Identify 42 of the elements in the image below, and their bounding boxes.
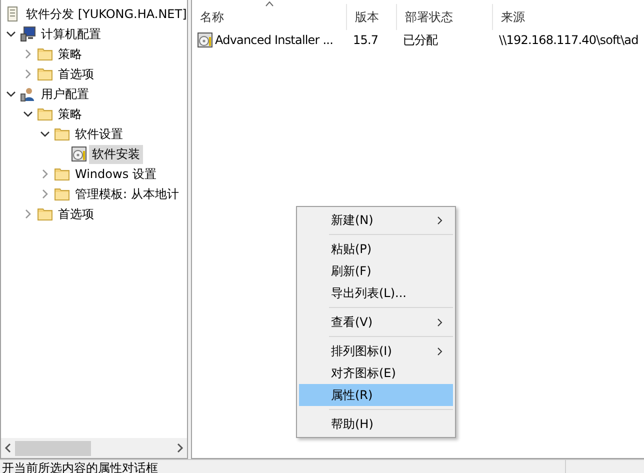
table-cell: 15.7 — [353, 33, 378, 47]
tree-item[interactable]: 策略 — [55, 44, 85, 64]
column-header[interactable]: 部署状态 — [397, 4, 493, 30]
scroll-thumb[interactable] — [15, 440, 91, 456]
menu-item[interactable]: 排列图标(I) — [299, 340, 453, 362]
folder-icon — [37, 106, 53, 122]
table-cell: Advanced Installer ... — [215, 33, 333, 47]
tree-item[interactable]: 计算机配置 — [38, 24, 104, 44]
software-box-icon — [197, 32, 213, 48]
tree-item[interactable]: 首选项 — [55, 204, 97, 224]
menu-item[interactable]: 帮助(H) — [299, 413, 453, 435]
tree-item[interactable]: Windows 设置 — [72, 164, 160, 184]
tree-item[interactable]: 管理模板: 从本地计 — [72, 184, 182, 204]
table-cell: 已分配 — [403, 32, 438, 48]
table-cell: \\192.168.117.40\soft\ad — [499, 33, 638, 47]
tree-item[interactable]: 软件设置 — [72, 124, 126, 144]
menu-item[interactable]: 新建(N) — [299, 209, 453, 231]
tree-item[interactable]: 软件分发 [YUKONG.HA.NET] — [23, 4, 187, 24]
sort-caret-icon — [265, 1, 274, 7]
menu-item[interactable]: 刷新(F) — [299, 260, 453, 282]
column-header[interactable]: 版本 — [347, 4, 397, 30]
folder-icon — [54, 126, 70, 142]
folder-icon — [37, 46, 53, 62]
user-icon — [20, 86, 36, 102]
column-header[interactable]: 来源 — [493, 4, 644, 30]
software-box-icon — [71, 146, 87, 162]
menu-item[interactable]: 粘贴(P) — [299, 238, 453, 260]
menu-item[interactable]: 对齐图标(E) — [299, 362, 453, 384]
tree-item[interactable]: 软件安装 — [89, 144, 143, 164]
folder-icon — [37, 66, 53, 82]
tree-item[interactable]: 策略 — [55, 104, 85, 124]
menu-item[interactable]: 导出列表(L)... — [299, 282, 453, 304]
folder-icon — [37, 206, 53, 222]
tree-item[interactable]: 用户配置 — [38, 84, 92, 104]
menu-item[interactable]: 查看(V) — [299, 311, 453, 333]
horizontal-scrollbar[interactable] — [1, 438, 187, 458]
column-header[interactable]: 名称 — [192, 4, 347, 30]
tree-item[interactable]: 首选项 — [55, 64, 97, 84]
menu-item[interactable]: 属性(R) — [299, 384, 453, 406]
computer-icon — [20, 26, 36, 42]
folder-icon — [54, 166, 70, 182]
folder-icon — [54, 186, 70, 202]
